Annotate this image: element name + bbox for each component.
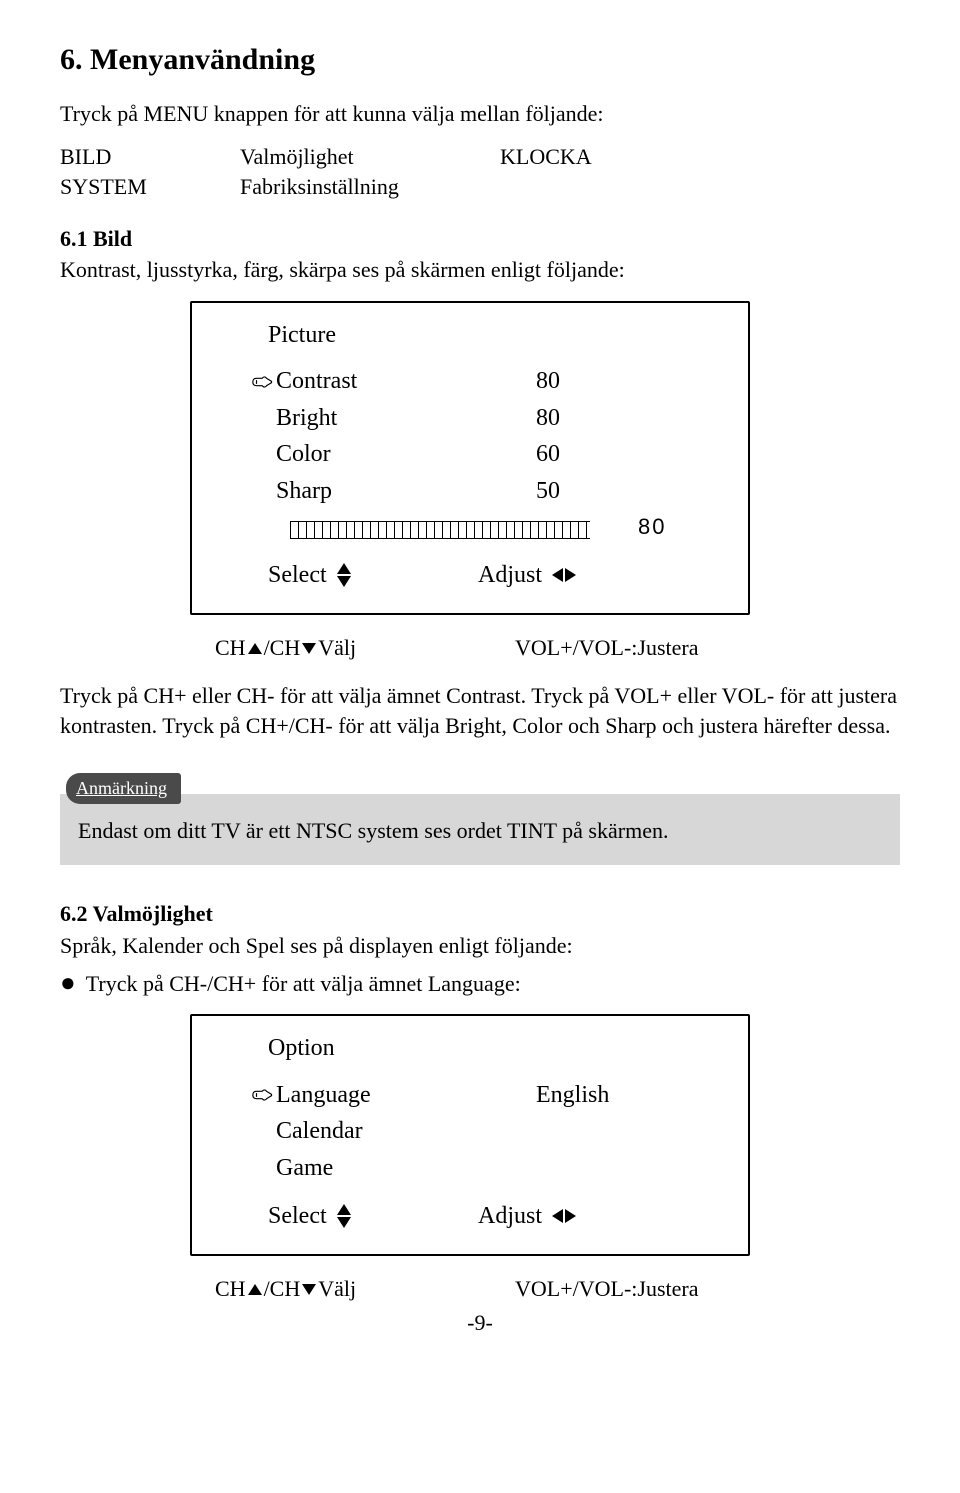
osd-picture-box: Picture Contrast 80 Bright 80 Color 60 S… [190, 301, 750, 615]
bullet-icon: ● [60, 970, 76, 996]
bullet-text: Tryck på CH-/CH+ för att välja ämnet Lan… [86, 969, 521, 999]
osd-row: Game [248, 1152, 720, 1184]
channel-hint: CH /CH Välj VOL+/VOL-:Justera [215, 633, 900, 663]
vol-hint: VOL+/VOL-:Justera [515, 633, 698, 663]
section-desc: Kontrast, ljusstyrka, färg, skärpa ses p… [60, 255, 900, 285]
updown-arrows-icon [337, 563, 351, 587]
osd-value: 80 [536, 365, 560, 397]
ch-text: Välj [318, 1274, 356, 1304]
pointer-hand-icon [248, 1087, 276, 1103]
osd-title: Option [268, 1032, 720, 1064]
up-arrow-icon [248, 1284, 262, 1295]
osd-value: 50 [536, 475, 560, 507]
down-arrow-icon [302, 1284, 316, 1295]
section-heading: 6.2 Valmöjlighet [60, 899, 900, 929]
osd-row: Language English [248, 1079, 720, 1111]
osd-label: Contrast [276, 365, 536, 397]
leftright-arrows-icon [552, 568, 576, 582]
menu-options: BILD Valmöjlighet KLOCKA SYSTEM Fabriksi… [60, 142, 900, 201]
menu-cell: Fabriksinställning [240, 172, 500, 202]
osd-row: Bright 80 [248, 402, 720, 434]
menu-cell: BILD [60, 142, 240, 172]
osd-row: Calendar [248, 1115, 720, 1147]
down-arrow-icon [302, 643, 316, 654]
osd-adjust-label: Adjust [478, 1200, 542, 1232]
section-heading: 6.1 Bild [60, 224, 900, 254]
page-number: -9- [60, 1308, 900, 1338]
note-body: Endast om ditt TV är ett NTSC system ses… [78, 818, 668, 843]
up-arrow-icon [248, 643, 262, 654]
osd-label: Bright [276, 402, 536, 434]
note-box: Endast om ditt TV är ett NTSC system ses… [60, 794, 900, 866]
ch-text: Välj [318, 633, 356, 663]
page-title: 6. Menyanvändning [60, 40, 900, 81]
osd-slider-bar [290, 521, 590, 539]
osd-value: 80 [536, 402, 560, 434]
osd-label: Language [276, 1079, 536, 1111]
osd-label: Sharp [276, 475, 536, 507]
osd-row: Contrast 80 [248, 365, 720, 397]
menu-cell: Valmöjlighet [240, 142, 500, 172]
channel-hint: CH /CH Välj VOL+/VOL-:Justera [215, 1274, 900, 1304]
menu-cell: KLOCKA [500, 142, 592, 172]
section-desc: Språk, Kalender och Spel ses på displaye… [60, 931, 900, 961]
osd-value: English [536, 1079, 609, 1111]
intro-text: Tryck på MENU knappen för att kunna välj… [60, 99, 900, 129]
menu-cell: SYSTEM [60, 172, 240, 202]
osd-value: 60 [536, 438, 560, 470]
ch-text: /CH [264, 633, 301, 663]
osd-label: Color [276, 438, 536, 470]
osd-label: Calendar [276, 1115, 536, 1147]
ch-text: /CH [264, 1274, 301, 1304]
osd-option-box: Option Language English Calendar Game Se… [190, 1014, 750, 1256]
pointer-hand-icon [248, 374, 276, 390]
osd-select-label: Select [268, 1200, 327, 1232]
osd-label: Game [276, 1152, 536, 1184]
ch-text: CH [215, 633, 246, 663]
vol-hint: VOL+/VOL-:Justera [515, 1274, 698, 1304]
osd-select-label: Select [268, 559, 327, 591]
osd-adjust-label: Adjust [478, 559, 542, 591]
updown-arrows-icon [337, 1204, 351, 1228]
osd-slider-value: 80 [638, 512, 666, 542]
osd-row: Color 60 [248, 438, 720, 470]
ch-text: CH [215, 1274, 246, 1304]
note-tab: Anmärkning [66, 773, 181, 803]
osd-row: Sharp 50 [248, 475, 720, 507]
paragraph: Tryck på CH+ eller CH- för att välja ämn… [60, 681, 900, 740]
leftright-arrows-icon [552, 1209, 576, 1223]
osd-title: Picture [268, 319, 720, 351]
